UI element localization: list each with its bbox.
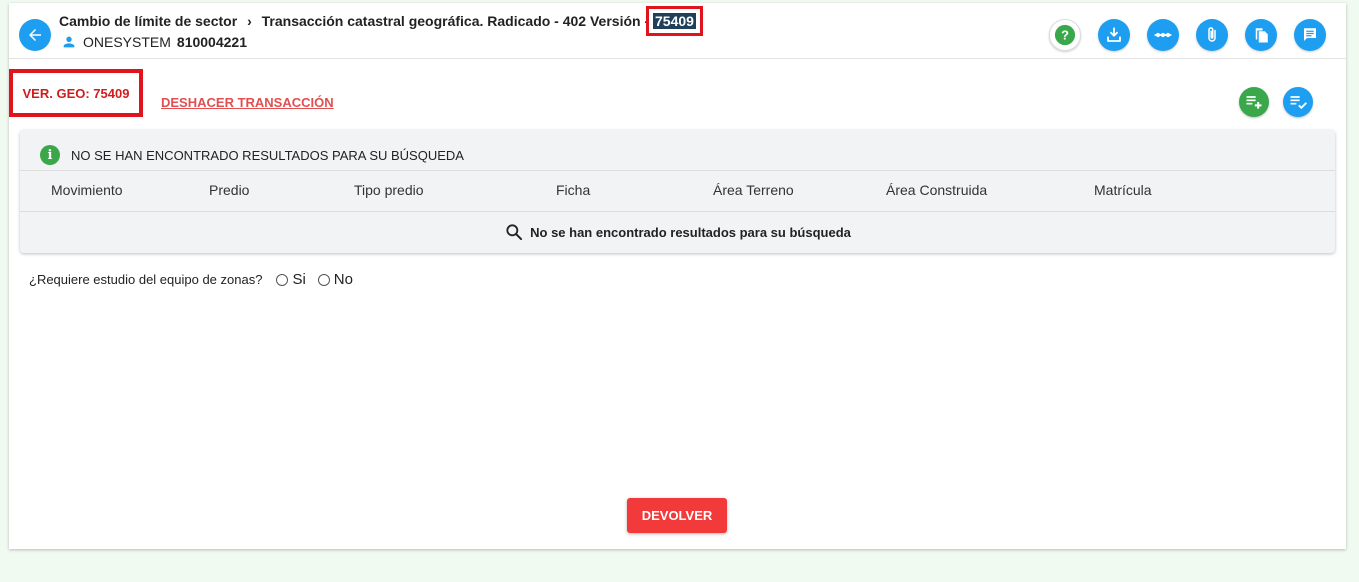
more-options-button[interactable] xyxy=(1147,19,1179,51)
empty-message: No se han encontrado resultados para su … xyxy=(530,224,851,240)
question-label: ¿Requiere estudio del equipo de zonas? xyxy=(29,272,263,287)
column-header[interactable]: Matrícula xyxy=(1094,182,1152,198)
copy-button[interactable] xyxy=(1245,19,1277,51)
more-options-icon xyxy=(1154,32,1172,38)
copy-icon xyxy=(1255,28,1268,43)
svg-text:?: ? xyxy=(1061,28,1069,43)
back-button[interactable] xyxy=(19,19,51,51)
attachment-button[interactable] xyxy=(1196,19,1228,51)
breadcrumb-item-transaction: Transacción catastral geográfica. Radica… xyxy=(261,13,650,29)
comment-icon xyxy=(1304,28,1316,41)
geo-version-label: VER. GEO: 75409 xyxy=(9,69,143,117)
column-header[interactable]: Movimiento xyxy=(51,182,123,198)
column-header[interactable]: Predio xyxy=(209,182,249,198)
help-icon: ? xyxy=(1054,24,1076,46)
playlist-add-icon xyxy=(1246,96,1262,109)
radio-no-label[interactable]: No xyxy=(334,271,353,288)
search-icon xyxy=(506,224,523,241)
notice-text: NO SE HAN ENCONTRADO RESULTADOS PARA SU … xyxy=(71,147,464,163)
column-header[interactable]: Área Construida xyxy=(886,182,987,198)
add-to-list-button[interactable] xyxy=(1239,87,1269,117)
version-number: 75409 xyxy=(646,6,703,36)
empty-results-row: No se han encontrado resultados para su … xyxy=(20,211,1335,253)
check-list-button[interactable] xyxy=(1283,87,1313,117)
user-name: ONESYSTEM xyxy=(83,34,171,50)
return-button[interactable]: DEVOLVER xyxy=(627,498,727,533)
user-info: ONESYSTEM 810004221 xyxy=(61,34,247,50)
download-icon xyxy=(1107,27,1121,42)
column-header[interactable]: Ficha xyxy=(556,182,590,198)
arrow-left-icon xyxy=(29,29,41,41)
column-header[interactable]: Área Terreno xyxy=(713,182,794,198)
chevron-right-icon: › xyxy=(247,13,252,29)
user-id: 810004221 xyxy=(176,34,247,50)
page-header: Cambio de límite de sector › Transacción… xyxy=(9,3,1346,59)
playlist-check-icon xyxy=(1290,96,1307,110)
radio-yes[interactable] xyxy=(276,273,289,286)
results-panel: i NO SE HAN ENCONTRADO RESULTADOS PARA S… xyxy=(20,130,1335,253)
person-icon xyxy=(63,36,75,48)
breadcrumb-item-process[interactable]: Cambio de límite de sector xyxy=(59,13,237,29)
toolbar: ? xyxy=(1049,19,1326,51)
table-header: Movimiento Predio Tipo predio Ficha Área… xyxy=(20,170,1335,212)
help-button[interactable]: ? xyxy=(1049,19,1081,51)
info-icon: i xyxy=(40,145,60,165)
radio-yes-label[interactable]: Si xyxy=(292,271,305,288)
column-header[interactable]: Tipo predio xyxy=(354,182,424,198)
comment-button[interactable] xyxy=(1294,19,1326,51)
main-card: Cambio de límite de sector › Transacción… xyxy=(9,3,1346,549)
zone-study-question: ¿Requiere estudio del equipo de zonas? S… xyxy=(29,271,353,288)
undo-transaction-link[interactable]: DESHACER TRANSACCIÓN xyxy=(161,95,334,110)
radio-no[interactable] xyxy=(317,273,330,286)
breadcrumb: Cambio de límite de sector › Transacción… xyxy=(59,6,703,36)
no-results-notice: i NO SE HAN ENCONTRADO RESULTADOS PARA S… xyxy=(40,145,464,165)
attachment-icon xyxy=(1208,27,1216,42)
download-button[interactable] xyxy=(1098,19,1130,51)
